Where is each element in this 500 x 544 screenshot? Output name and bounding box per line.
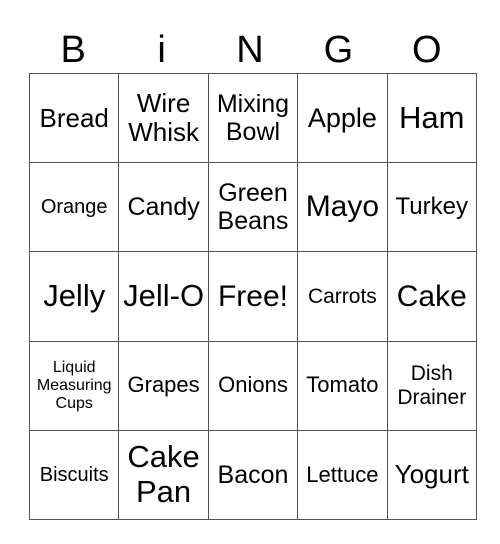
bingo-cell[interactable]: Lettuce (297, 429, 388, 520)
bingo-cell[interactable]: Biscuits (28, 429, 120, 520)
bingo-cell[interactable]: Jelly (28, 251, 120, 342)
bingo-cell[interactable]: Tomato (297, 340, 388, 431)
board-row: Bread Wire Whisk Mixing Bowl Apple Ham (28, 72, 477, 164)
bingo-cell[interactable]: Bacon (207, 429, 299, 520)
bingo-board: Bread Wire Whisk Mixing Bowl Apple Ham O… (28, 72, 477, 520)
header-letter-o: O (411, 29, 442, 71)
bingo-cell[interactable]: Grapes (118, 340, 209, 431)
bingo-cell[interactable]: Mayo (297, 162, 388, 253)
bingo-cell[interactable]: Carrots (297, 251, 388, 342)
bingo-cell[interactable]: Onions (207, 340, 299, 431)
bingo-cell[interactable]: Green Beans (207, 162, 299, 253)
header-letter-g: G (323, 29, 354, 71)
bingo-cell[interactable]: Turkey (386, 162, 477, 253)
free-space-cell[interactable]: Free! (207, 251, 299, 342)
board-row: Jelly Jell-O Free! Carrots Cake (28, 251, 477, 342)
bingo-cell[interactable]: Wire Whisk (118, 72, 209, 164)
header-letter-b: B (60, 29, 86, 71)
bingo-header: B i N G O (29, 28, 471, 72)
bingo-cell[interactable]: Apple (297, 72, 388, 164)
bingo-cell[interactable]: Ham (386, 72, 477, 164)
bingo-cell[interactable]: Dish Drainer (386, 340, 477, 431)
board-row: Liquid Measuring Cups Grapes Onions Toma… (28, 340, 477, 431)
header-letter-i: i (157, 29, 166, 71)
board-row: Biscuits Cake Pan Bacon Lettuce Yogurt (28, 429, 477, 520)
bingo-cell[interactable]: Cake (386, 251, 477, 342)
bingo-cell[interactable]: Orange (28, 162, 120, 253)
bingo-cell[interactable]: Bread (28, 72, 120, 164)
bingo-cell[interactable]: Cake Pan (118, 429, 209, 520)
bingo-cell[interactable]: Jell-O (118, 251, 209, 342)
bingo-cell[interactable]: Liquid Measuring Cups (28, 340, 120, 431)
board-row: Orange Candy Green Beans Mayo Turkey (28, 162, 477, 253)
bingo-cell[interactable]: Mixing Bowl (207, 72, 299, 164)
bingo-cell[interactable]: Yogurt (386, 429, 477, 520)
bingo-cell[interactable]: Candy (118, 162, 209, 253)
header-letter-n: N (236, 29, 264, 71)
